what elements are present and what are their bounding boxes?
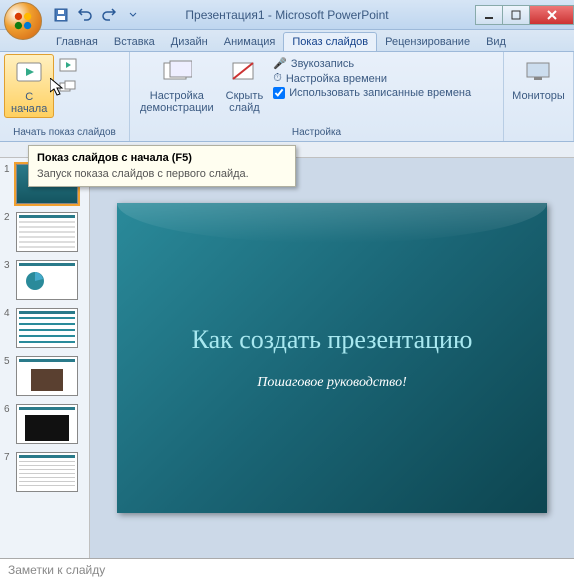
tooltip: Показ слайдов с начала (F5) Запуск показ… bbox=[28, 145, 296, 187]
tab-review[interactable]: Рецензирование bbox=[377, 33, 478, 51]
redo-button[interactable] bbox=[98, 4, 120, 26]
workspace: 1 2 3 4 5 6 7 Как создать презентацию По… bbox=[0, 158, 574, 558]
save-button[interactable] bbox=[50, 4, 72, 26]
clock-icon: ⏱ bbox=[273, 72, 282, 85]
tooltip-title: Показ слайдов с начала (F5) bbox=[37, 152, 287, 164]
mic-icon: 🎤 bbox=[273, 57, 287, 70]
thumbnail[interactable]: 3 bbox=[0, 258, 89, 302]
thumbnail-panel[interactable]: 1 2 3 4 5 6 7 bbox=[0, 158, 90, 558]
office-button[interactable] bbox=[4, 2, 42, 40]
monitors-label: Мониторы bbox=[512, 90, 565, 102]
notes-pane[interactable]: Заметки к слайду bbox=[0, 558, 574, 584]
tooltip-body: Запуск показа слайдов с первого слайда. bbox=[37, 168, 287, 180]
setup-group-label: Настройка bbox=[134, 126, 499, 139]
slide[interactable]: Как создать презентацию Пошаговое руково… bbox=[117, 203, 547, 513]
hide-slide-label: Скрыть слайд bbox=[226, 90, 264, 114]
custom-show-button[interactable] bbox=[56, 78, 80, 98]
thumbnail[interactable]: 4 bbox=[0, 306, 89, 350]
hide-slide-button[interactable]: Скрыть слайд bbox=[220, 54, 270, 116]
record-narration-button[interactable]: 🎤Звукозапись bbox=[269, 56, 475, 71]
window-title: Презентация1 - Microsoft PowerPoint bbox=[185, 8, 388, 22]
setup-icon bbox=[161, 56, 193, 88]
from-current-button[interactable] bbox=[56, 56, 80, 76]
from-beginning-label: С начала bbox=[11, 91, 47, 115]
undo-button[interactable] bbox=[74, 4, 96, 26]
play-icon bbox=[13, 57, 45, 89]
ribbon-tabs: Главная Вставка Дизайн Анимация Показ сл… bbox=[0, 30, 574, 52]
minimize-button[interactable] bbox=[475, 5, 503, 25]
slide-editor[interactable]: Как создать презентацию Пошаговое руково… bbox=[90, 158, 574, 558]
thumbnail[interactable]: 2 bbox=[0, 210, 89, 254]
monitor-icon bbox=[523, 56, 555, 88]
thumbnail[interactable]: 6 bbox=[0, 402, 89, 446]
tab-home[interactable]: Главная bbox=[48, 33, 106, 51]
title-bar: Презентация1 - Microsoft PowerPoint bbox=[0, 0, 574, 30]
rehearse-timings-button[interactable]: ⏱Настройка времени bbox=[269, 71, 475, 86]
ribbon: С начала Начать показ слайдов Настройка … bbox=[0, 52, 574, 142]
slide-subtitle[interactable]: Пошаговое руководство! bbox=[257, 375, 406, 391]
tab-design[interactable]: Дизайн bbox=[163, 33, 216, 51]
quick-access-toolbar bbox=[50, 4, 144, 26]
tab-view[interactable]: Вид bbox=[478, 33, 514, 51]
tab-slideshow[interactable]: Показ слайдов bbox=[283, 32, 377, 51]
monitors-button[interactable]: Мониторы bbox=[506, 54, 571, 104]
hide-icon bbox=[228, 56, 260, 88]
start-group-label: Начать показ слайдов bbox=[4, 126, 125, 139]
thumbnail[interactable]: 5 bbox=[0, 354, 89, 398]
maximize-button[interactable] bbox=[502, 5, 530, 25]
setup-show-label: Настройка демонстрации bbox=[140, 90, 214, 114]
setup-show-button[interactable]: Настройка демонстрации bbox=[134, 54, 220, 116]
slide-title[interactable]: Как создать презентацию bbox=[192, 325, 473, 355]
close-button[interactable] bbox=[529, 5, 574, 25]
thumbnail[interactable]: 7 bbox=[0, 450, 89, 494]
tab-insert[interactable]: Вставка bbox=[106, 33, 163, 51]
use-timings-checkbox[interactable]: Использовать записанные времена bbox=[269, 86, 475, 100]
tab-animation[interactable]: Анимация bbox=[216, 33, 284, 51]
qat-dropdown[interactable] bbox=[122, 4, 144, 26]
from-beginning-button[interactable]: С начала bbox=[4, 54, 54, 118]
